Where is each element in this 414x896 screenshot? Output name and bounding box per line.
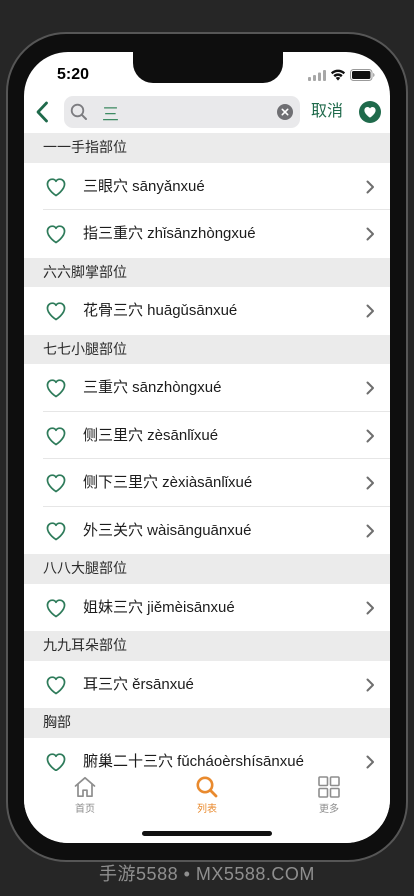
heart-outline-icon[interactable]	[45, 752, 67, 772]
heart-outline-icon[interactable]	[45, 675, 67, 695]
section-header: 一一手指部位	[24, 133, 390, 163]
tab-label: 列表	[197, 804, 217, 815]
chevron-right-icon	[366, 304, 375, 318]
heart-outline-icon[interactable]	[45, 473, 67, 493]
chevron-right-icon	[366, 601, 375, 615]
heart-outline-icon[interactable]	[45, 426, 67, 446]
home-indicator	[142, 831, 272, 836]
section-header: 胸部	[24, 708, 390, 738]
list-item[interactable]: 三重穴 sānzhòngxué	[24, 364, 390, 412]
list-item[interactable]: 侧三里穴 zèsānlǐxué	[24, 411, 390, 459]
chevron-right-icon	[366, 524, 375, 538]
search-icon	[195, 775, 219, 799]
list-item-label: 外三关穴 wàisānguānxué	[83, 521, 252, 539]
clear-icon[interactable]	[277, 104, 293, 120]
section-header: 八八大腿部位	[24, 554, 390, 584]
chevron-right-icon	[366, 476, 375, 490]
heart-outline-icon[interactable]	[45, 598, 67, 618]
favorites-heart-icon[interactable]	[359, 101, 381, 123]
chevron-right-icon	[366, 227, 375, 241]
chevron-right-icon	[366, 381, 375, 395]
list-item-label: 三重穴 sānzhòngxué	[83, 379, 222, 396]
acupoint-list: 一一手指部位 三眼穴 sānyǎnxué 指三重穴 zhǐsānzhòngxué…	[24, 133, 390, 785]
heart-outline-icon[interactable]	[45, 378, 67, 398]
list-item[interactable]: 花骨三穴 huāgǔsānxué	[24, 287, 390, 335]
signal-icon	[308, 70, 326, 81]
grid-icon	[317, 775, 341, 799]
list-item-label: 侧三里穴 zèsānlǐxué	[83, 426, 219, 444]
list-item-label: 指三重穴 zhǐsānzhòngxué	[83, 225, 256, 242]
search-field[interactable]	[64, 96, 300, 128]
battery-icon	[350, 69, 375, 81]
list-item-label: 耳三穴 ěrsānxué	[83, 675, 194, 693]
wifi-icon	[330, 69, 346, 81]
search-input[interactable]	[102, 96, 270, 128]
status-time: 5:20	[56, 66, 90, 83]
chevron-right-icon	[366, 678, 375, 692]
section-header: 九九耳朵部位	[24, 631, 390, 661]
section-header: 七七小腿部位	[24, 334, 390, 364]
list-item-label: 侧下三里穴 zèxiàsānlǐxué	[83, 474, 253, 491]
chevron-right-icon	[366, 180, 375, 194]
tab-label: 更多	[319, 804, 339, 815]
list-item[interactable]: 指三重穴 zhǐsānzhòngxué	[24, 210, 390, 258]
back-chevron-icon[interactable]	[35, 101, 49, 123]
heart-outline-icon[interactable]	[45, 177, 67, 197]
cancel-button[interactable]: 取消	[311, 101, 343, 123]
heart-outline-icon[interactable]	[45, 224, 67, 244]
list-item[interactable]: 耳三穴 ěrsānxué	[24, 660, 390, 708]
chevron-right-icon	[366, 429, 375, 443]
search-icon	[70, 103, 88, 121]
list-item-label: 花骨三穴 huāgǔsānxué	[83, 302, 238, 319]
list-item[interactable]: 侧下三里穴 zèxiàsānlǐxué	[24, 459, 390, 507]
section-header: 六六脚掌部位	[24, 257, 390, 287]
tab-home[interactable]: 首页	[24, 771, 146, 843]
device-screen: 5:20 取消 一一手指部位 三眼穴 sānyǎnxué	[24, 52, 390, 843]
list-item-label: 姐妹三穴 jiěmèisānxué	[83, 598, 235, 616]
heart-outline-icon[interactable]	[45, 521, 67, 541]
tab-more[interactable]: 更多	[268, 771, 390, 843]
watermark: 手游5588 • MX5588.COM	[99, 864, 315, 884]
list-item[interactable]: 外三关穴 wàisānguānxué	[24, 506, 390, 554]
heart-outline-icon[interactable]	[45, 301, 67, 321]
list-item-label: 三眼穴 sānyǎnxué	[83, 177, 205, 195]
notch	[133, 52, 283, 83]
chevron-right-icon	[366, 755, 375, 769]
home-icon	[73, 775, 97, 799]
list-item[interactable]: 三眼穴 sānyǎnxué	[24, 162, 390, 210]
list-item[interactable]: 姐妹三穴 jiěmèisānxué	[24, 583, 390, 631]
tab-label: 首页	[75, 804, 95, 815]
